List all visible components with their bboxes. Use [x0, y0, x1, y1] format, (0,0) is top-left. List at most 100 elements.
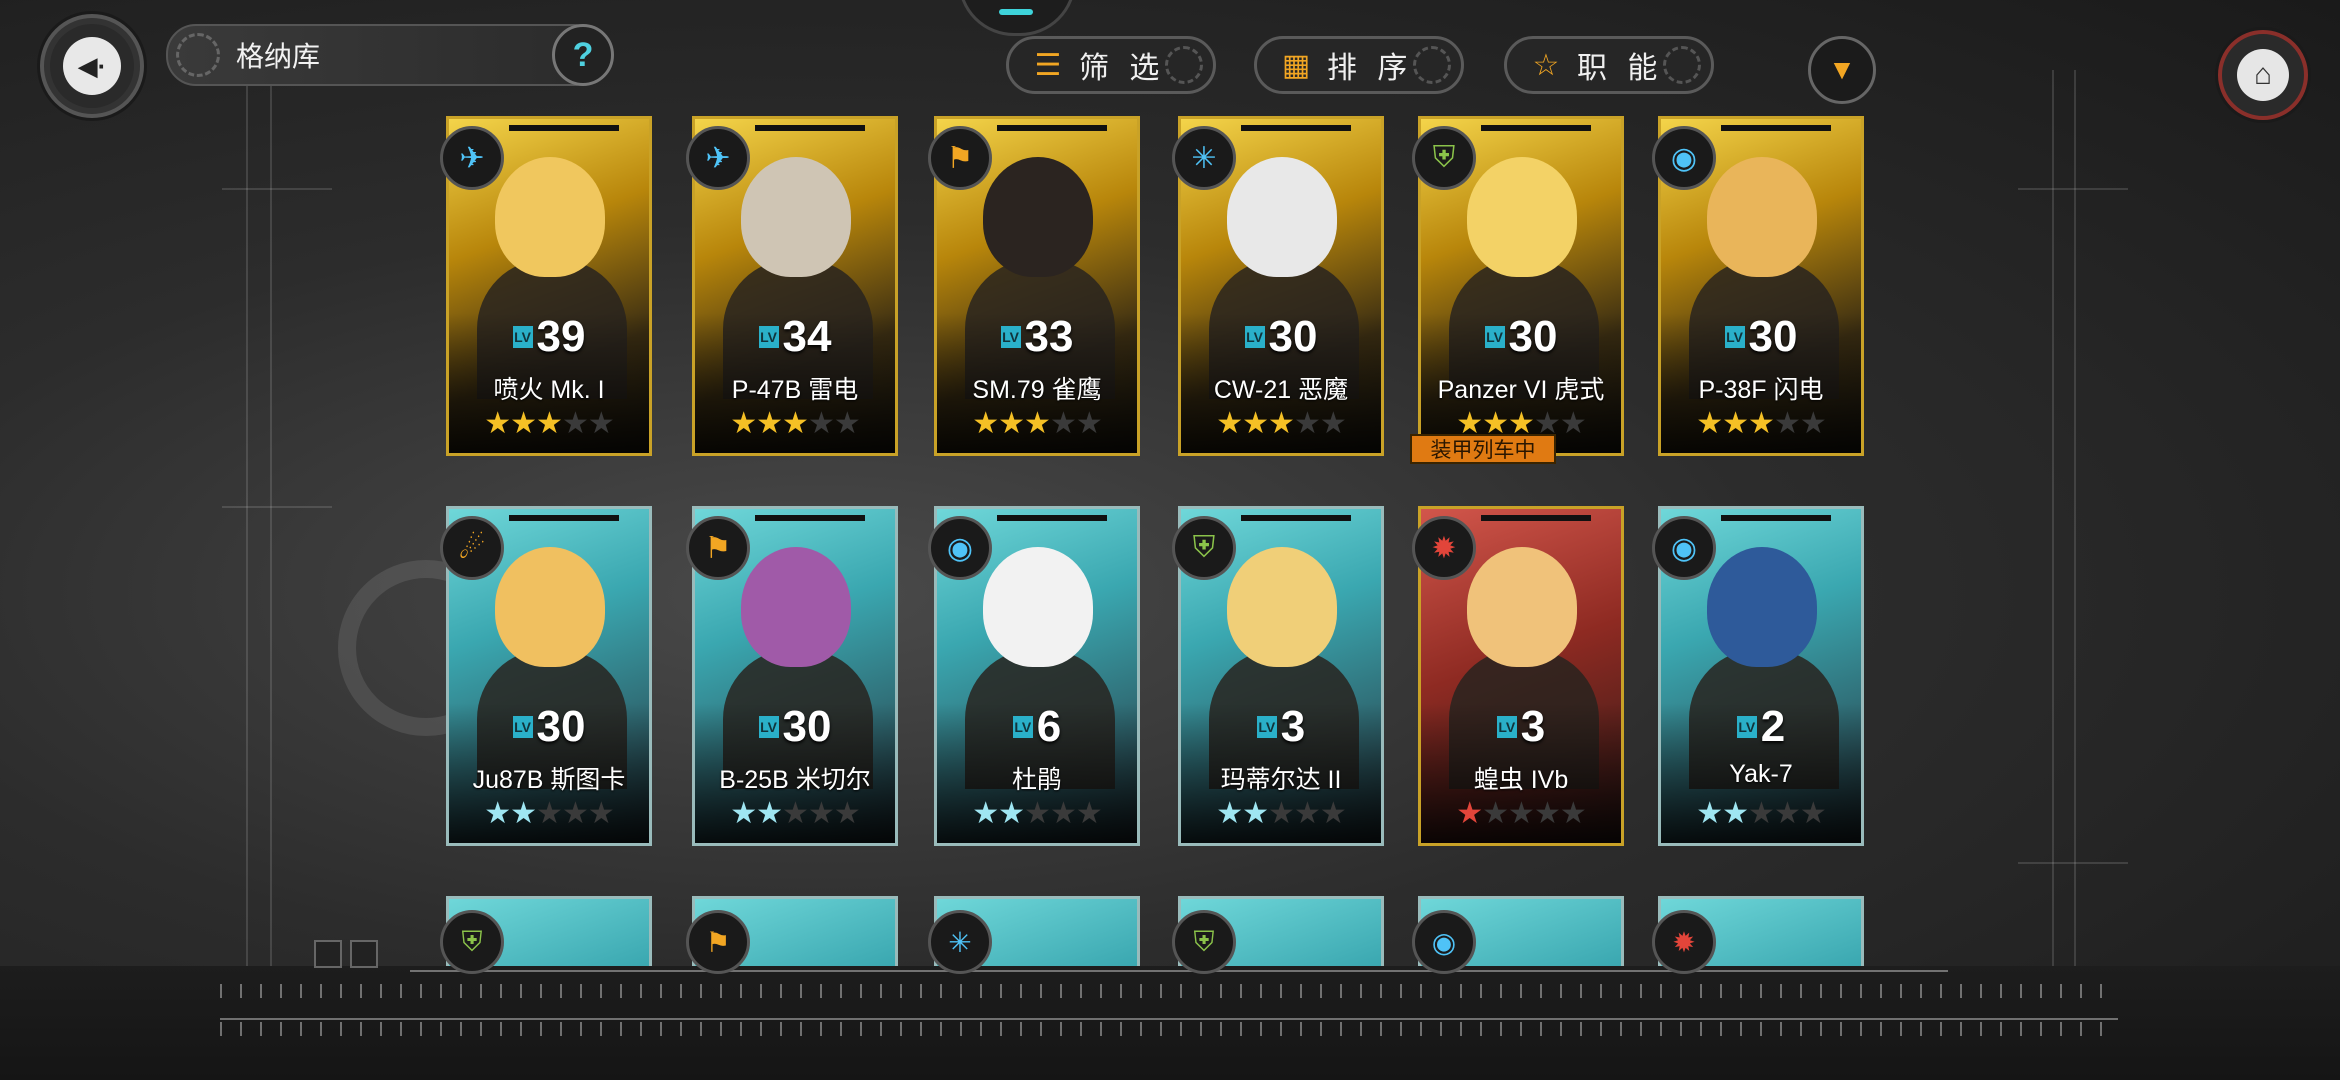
level-display: LV 30: [1418, 312, 1624, 362]
level-tag-icon: LV: [512, 326, 533, 348]
card-topline: [997, 515, 1107, 521]
character-portrait: [1707, 157, 1817, 277]
grid-icon: ▦: [1281, 48, 1311, 82]
star-icon: ★: [1075, 407, 1103, 440]
unit-level: 3: [1280, 702, 1306, 751]
unit-level: 30: [782, 702, 832, 751]
star-rating: ★★★★★: [934, 406, 1140, 441]
star-icon: ★: [1293, 797, 1321, 830]
unit-name: CW-21 恶魔: [1213, 376, 1349, 404]
unit-card[interactable]: ✹ LV 3 蝗虫 IVb ★★★★★: [1412, 506, 1624, 846]
gear-icon: [1413, 46, 1451, 84]
fighter-icon: ✈: [440, 126, 504, 190]
star-rating: ★★★★★: [692, 406, 898, 441]
unit-name: 喷火 Mk. I: [493, 376, 605, 404]
level-display: LV 30: [1658, 312, 1864, 362]
heavy-fighter-icon: ◉: [1412, 910, 1476, 974]
star-icon: ★: [1482, 797, 1509, 830]
role-button[interactable]: ☆ 职 能: [1504, 36, 1714, 94]
unit-card[interactable]: ✈ LV 39 喷火 Mk. I ★★★★★: [440, 116, 652, 456]
card-topline: [755, 125, 865, 131]
fold-icon: ▼: [1828, 54, 1856, 85]
star-outline-icon: ☆: [1532, 48, 1560, 82]
level-tag-icon: LV: [1496, 716, 1517, 738]
star-icon: ★: [561, 797, 589, 830]
star-icon: ★: [1559, 407, 1587, 440]
star-icon: ★: [1024, 407, 1051, 440]
level-display: LV 3: [1418, 702, 1624, 752]
star-icon: ★: [1319, 407, 1347, 440]
unit-name: 杜鹃: [1011, 766, 1062, 794]
unit-level: 39: [536, 312, 586, 361]
unit-level: 2: [1760, 702, 1786, 751]
unit-card[interactable]: ⛨ LV 30 Panzer VI 虎式 ★★★★★ 装甲列车中: [1410, 116, 1624, 464]
page-title: 格纳库: [236, 41, 321, 72]
character-portrait: [1227, 547, 1337, 667]
filter-button[interactable]: ☰ 筛 选: [1006, 36, 1216, 94]
frame-line: [2052, 70, 2054, 1060]
star-icon: ★: [484, 407, 511, 440]
back-button[interactable]: ◀·: [40, 14, 144, 118]
star-icon: ★: [536, 797, 563, 830]
card-topline: [1481, 125, 1591, 131]
unit-name: SM.79 雀鹰: [972, 376, 1102, 404]
character-portrait: [983, 157, 1093, 277]
dive-bomber-icon: ☄: [440, 516, 504, 580]
unit-card[interactable]: ✈ LV 34 P-47B 雷电 ★★★★★: [686, 116, 898, 456]
home-button[interactable]: ⌂: [2218, 30, 2308, 120]
star-icon: ★: [1696, 407, 1723, 440]
character-portrait: [983, 547, 1093, 667]
star-icon: ★: [1508, 797, 1535, 830]
unit-card[interactable]: ⛨ LV 3 玛蒂尔达 II ★★★★★: [1172, 506, 1384, 846]
page-indicator[interactable]: [350, 940, 378, 968]
star-rating: ★★★★★: [1658, 406, 1864, 441]
star-icon: ★: [782, 407, 809, 440]
level-display: LV 6: [934, 702, 1140, 752]
star-rating: ★★★★★: [934, 796, 1140, 831]
unit-card[interactable]: ⚑ LV 33 SM.79 雀鹰 ★★★★★: [928, 116, 1140, 456]
help-button[interactable]: ?: [552, 24, 614, 86]
level-display: LV 39: [446, 312, 652, 362]
scroll-ruler: [220, 1018, 2118, 1020]
star-icon: ★: [807, 407, 835, 440]
star-icon: ★: [1049, 797, 1077, 830]
role-label: 职 能: [1577, 52, 1664, 85]
filter-icon: ☰: [1034, 48, 1062, 82]
unit-card[interactable]: ⚑ LV 30 B-25B 米切尔 ★★★★★: [686, 506, 898, 846]
level-display: LV 30: [1178, 312, 1384, 362]
level-display: LV 34: [692, 312, 898, 362]
gear-icon: [1165, 46, 1203, 84]
star-icon: ★: [998, 407, 1025, 440]
page-indicator[interactable]: [314, 940, 342, 968]
unit-level: 33: [1024, 312, 1074, 361]
sort-label: 排 序: [1327, 52, 1414, 85]
unit-card[interactable]: ◉ LV 30 P-38F 闪电 ★★★★★: [1652, 116, 1864, 456]
star-icon: ★: [510, 407, 537, 440]
frame-line: [270, 50, 272, 1050]
unit-card[interactable]: ◉ LV 2 Yak-7 ★★★★★: [1652, 506, 1864, 846]
unit-card[interactable]: ◉ LV 6 杜鹃 ★★★★★: [928, 506, 1140, 846]
unit-level: 34: [782, 312, 832, 361]
star-icon: ★: [1242, 407, 1269, 440]
collapse-button[interactable]: ▼: [1808, 36, 1876, 104]
star-icon: ★: [1773, 407, 1801, 440]
card-topline: [1241, 125, 1351, 131]
card-topline: [1721, 515, 1831, 521]
level-tag-icon: LV: [1736, 716, 1757, 738]
star-rating: ★★★★★: [1658, 796, 1864, 831]
card-topline: [1721, 125, 1831, 131]
unit-card[interactable]: ☄ LV 30 Ju87B 斯图卡 ★★★★★: [440, 506, 652, 846]
star-icon: ★: [1748, 797, 1775, 830]
unit-level: 30: [1508, 312, 1558, 361]
artillery-icon: ✹: [1652, 910, 1716, 974]
frame-line: [222, 188, 332, 190]
star-icon: ★: [1075, 797, 1103, 830]
tank-icon: ⛨: [440, 910, 504, 974]
star-rating: ★★★★★: [1418, 796, 1624, 831]
unit-name: 蝗虫 IVb: [1473, 766, 1569, 794]
scroll-ruler-ticks: [220, 984, 2118, 998]
star-icon: ★: [1722, 797, 1749, 830]
unit-card[interactable]: ✳ LV 30 CW-21 恶魔 ★★★★★: [1172, 116, 1384, 456]
sort-button[interactable]: ▦ 排 序: [1254, 36, 1464, 94]
tank-icon: ⛨: [1172, 516, 1236, 580]
